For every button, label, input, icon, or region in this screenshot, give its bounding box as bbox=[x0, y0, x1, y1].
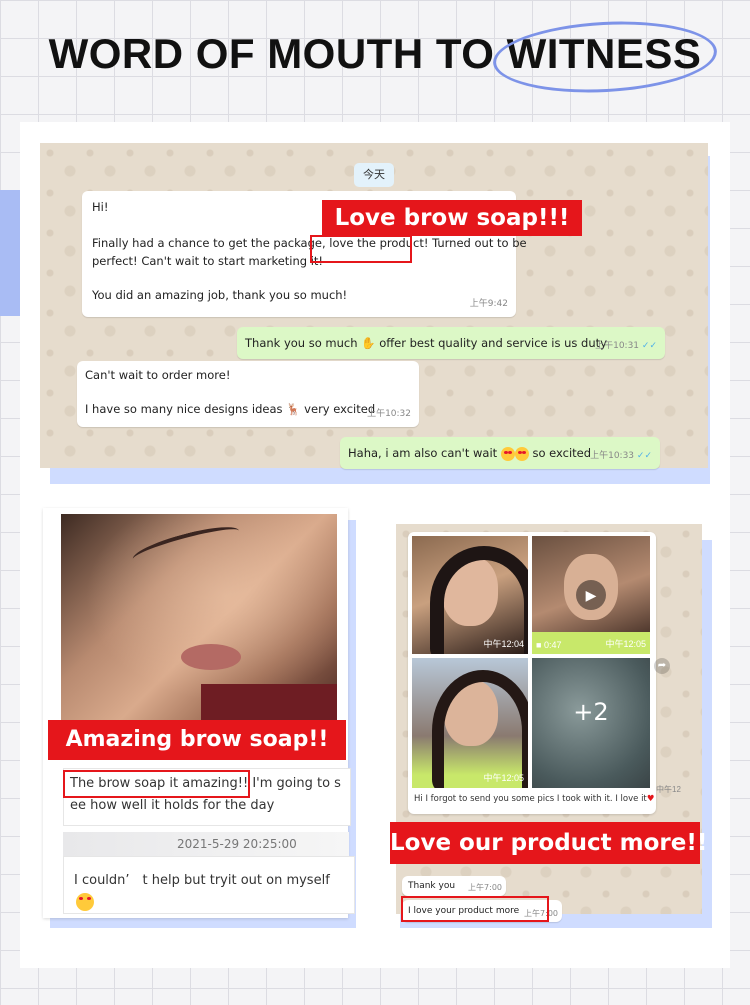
promo-banner: Love brow soap!!! bbox=[322, 200, 582, 236]
promo-banner: Amazing brow soap!! bbox=[48, 720, 346, 760]
comment-text: I'm going to s bbox=[248, 776, 341, 791]
play-icon[interactable]: ▶ bbox=[576, 580, 606, 610]
video-duration: 0:47 bbox=[543, 640, 562, 650]
message-text: very excited bbox=[300, 402, 376, 416]
thumb-time: 中午12:05 bbox=[605, 639, 646, 649]
heart-icon: ♥ bbox=[646, 794, 655, 804]
message-text: so excited bbox=[532, 446, 592, 460]
message-time: 上午10:31 bbox=[595, 341, 640, 351]
video-icon: ■ bbox=[536, 640, 542, 650]
message-text: perfect! Can't wait to start marketing i… bbox=[92, 254, 324, 268]
message-text: Haha, i am also can't wait bbox=[348, 446, 498, 460]
grin-emoji-icon bbox=[76, 893, 94, 911]
read-check-icon: ✓✓ bbox=[636, 451, 652, 461]
more-count: +2 bbox=[573, 698, 609, 726]
message-bubble-3: Can't wait to order more! I have so many… bbox=[77, 361, 419, 427]
message-bubble-4: Haha, i am also can't wait so excited 上午… bbox=[340, 437, 660, 469]
comment-timestamp: 2021-5-29 20:25:00 bbox=[177, 837, 297, 851]
message-text: offer best quality and service is us dut… bbox=[379, 336, 607, 350]
read-check-icon: ✓✓ bbox=[641, 341, 657, 351]
message-bubble-2: Thank you so much ✋ offer best quality a… bbox=[237, 327, 665, 359]
message-text: You did an amazing job, thank you so muc… bbox=[92, 288, 348, 302]
date-chip: 今天 bbox=[354, 163, 394, 187]
reply-box: I couldn’ t help but tryit out on myself bbox=[63, 856, 355, 914]
media-thumb-4[interactable]: +2 bbox=[532, 658, 650, 788]
heart-eyes-icon bbox=[514, 446, 529, 461]
message-text: Can't wait to order more! bbox=[85, 368, 231, 382]
title-text: WORD OF MOUTH TO bbox=[48, 30, 507, 77]
caption-time: 中午12 bbox=[656, 785, 681, 794]
media-thumb-2[interactable]: ▶ ■ 0:47 中午12:05 bbox=[532, 536, 650, 654]
highlight-box bbox=[63, 770, 250, 798]
message-text: Finally had a chance to get the package, bbox=[92, 236, 326, 250]
message-time: 上午10:32 bbox=[367, 409, 411, 419]
message-text: I have so many nice designs ideas bbox=[85, 402, 283, 416]
message-bubble-5: Thank you 上午7:00 bbox=[402, 876, 506, 896]
message-time: 上午9:42 bbox=[469, 299, 508, 309]
message-text: Turned out to be bbox=[428, 236, 527, 250]
lips-shape bbox=[181, 644, 241, 670]
forward-icon[interactable]: ➦ bbox=[654, 658, 670, 674]
thumb-time: 中午12:04 bbox=[483, 639, 524, 649]
media-thumb-1[interactable]: 中午12:04 bbox=[412, 536, 528, 654]
message-text: Hi! bbox=[92, 200, 109, 214]
left-review-card: The brow soap it amazing!! I'm going to … bbox=[43, 508, 355, 918]
media-bubble: 中午12:04 ▶ ■ 0:47 中午12:05 中午12:05 +2 Hi I… bbox=[408, 532, 656, 814]
highlight-box bbox=[401, 896, 549, 922]
title-circle-mark bbox=[491, 16, 719, 98]
chat-screenshot: 今天 Hi! Finally had a chance to get the p… bbox=[40, 143, 708, 469]
comment-text: ee how well it holds for the day bbox=[70, 798, 275, 813]
media-thumb-3[interactable]: 中午12:05 bbox=[412, 658, 528, 788]
shirt-shape bbox=[201, 684, 337, 720]
customer-photo bbox=[61, 514, 337, 720]
message-time: 上午7:00 bbox=[468, 883, 502, 892]
timestamp-bar: 2021-5-29 20:25:00 bbox=[63, 832, 349, 858]
reply-text: I couldn’ t help but tryit out on myself bbox=[74, 873, 330, 888]
message-text: Thank you so much bbox=[245, 336, 358, 350]
promo-banner: Love our product more!! bbox=[390, 822, 707, 864]
pray-icon: ✋ bbox=[361, 336, 376, 350]
message-time: 上午10:33 bbox=[590, 451, 635, 461]
thumb-time: 中午12:05 bbox=[483, 773, 524, 783]
reindeer-icon: 🦌 bbox=[286, 402, 301, 416]
caption-text: Hi I forgot to send you some pics I took… bbox=[414, 794, 647, 804]
heart-eyes-icon bbox=[500, 446, 515, 461]
highlight-box bbox=[310, 235, 412, 263]
message-text: Thank you bbox=[408, 881, 456, 891]
